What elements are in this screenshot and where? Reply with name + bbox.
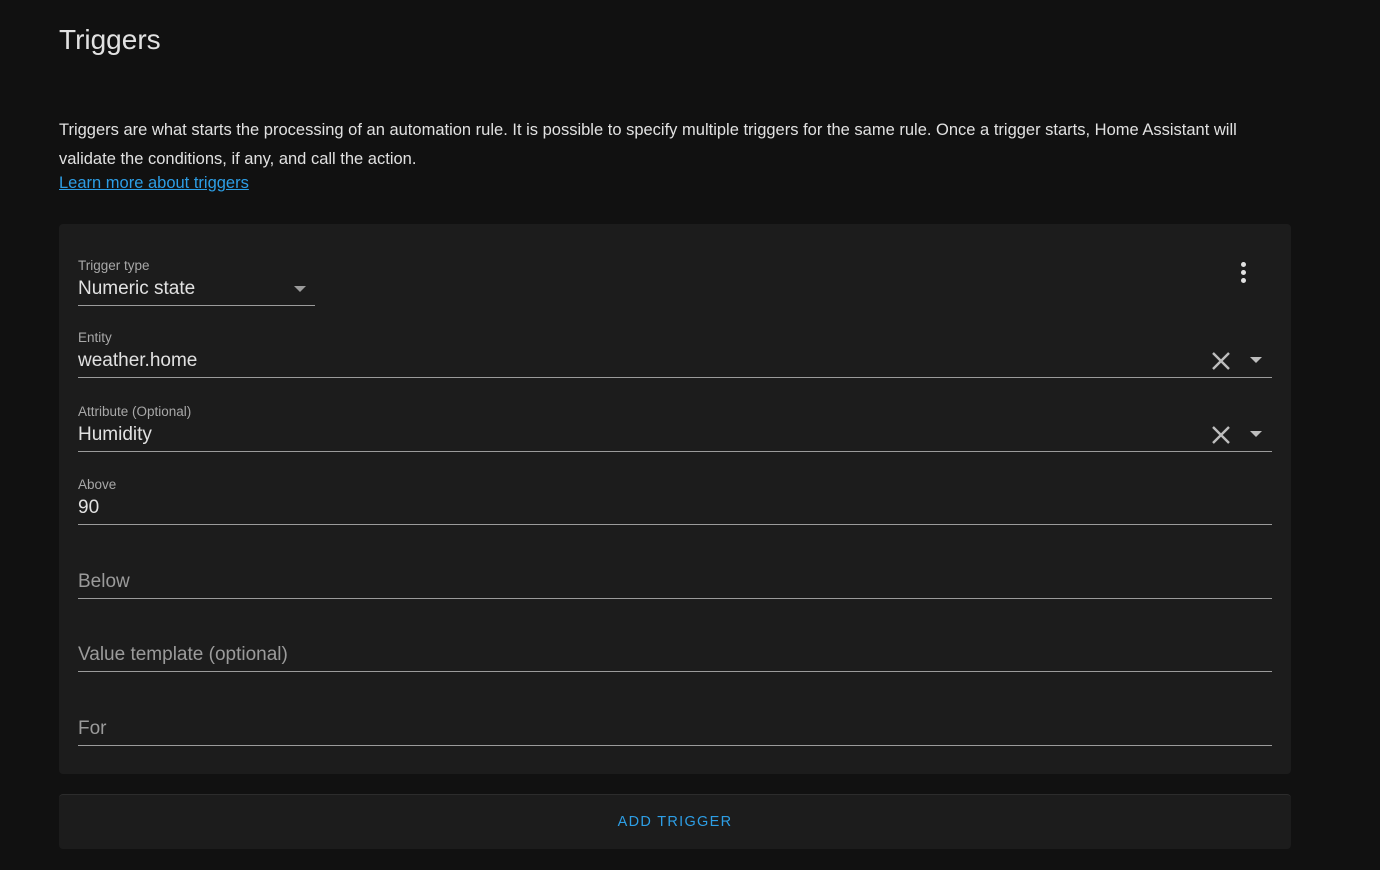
page-title: Triggers <box>59 24 161 55</box>
learn-more-link[interactable]: Learn more about triggers <box>59 174 249 193</box>
entity-label: Entity <box>78 330 112 345</box>
add-trigger-card: ADD TRIGGER <box>59 794 1291 849</box>
below-field[interactable]: Below <box>78 543 1272 599</box>
for-field[interactable]: For <box>78 690 1272 746</box>
attribute-label: Attribute (Optional) <box>78 404 192 419</box>
close-icon[interactable] <box>1210 424 1232 446</box>
triggers-page: Triggers Triggers are what starts the pr… <box>0 0 1380 870</box>
close-icon[interactable] <box>1210 350 1232 372</box>
overflow-menu-button[interactable] <box>1227 254 1259 290</box>
trigger-type-label: Trigger type <box>78 258 150 273</box>
above-field[interactable]: Above 90 <box>78 469 1272 525</box>
entity-value: weather.home <box>78 350 198 371</box>
value-template-field[interactable]: Value template (optional) <box>78 616 1272 672</box>
add-trigger-button[interactable]: ADD TRIGGER <box>618 814 733 830</box>
section-description: Triggers are what starts the processing … <box>59 121 1237 168</box>
chevron-down-icon[interactable] <box>294 286 306 292</box>
above-value: 90 <box>78 497 100 518</box>
attribute-value: Humidity <box>78 424 152 445</box>
below-placeholder: Below <box>78 571 130 592</box>
chevron-down-icon[interactable] <box>1250 431 1262 437</box>
entity-field[interactable]: Entity weather.home <box>78 322 1272 378</box>
trigger-card: Trigger type Numeric state Entity weathe… <box>59 224 1291 774</box>
trigger-type-select[interactable]: Trigger type Numeric state <box>78 250 315 306</box>
attribute-field[interactable]: Attribute (Optional) Humidity <box>78 396 1272 452</box>
above-label: Above <box>78 477 117 492</box>
dots-vertical-icon <box>1240 261 1246 267</box>
for-placeholder: For <box>78 718 107 739</box>
trigger-type-value: Numeric state <box>78 278 196 299</box>
value-template-placeholder: Value template (optional) <box>78 644 288 665</box>
chevron-down-icon[interactable] <box>1250 357 1262 363</box>
